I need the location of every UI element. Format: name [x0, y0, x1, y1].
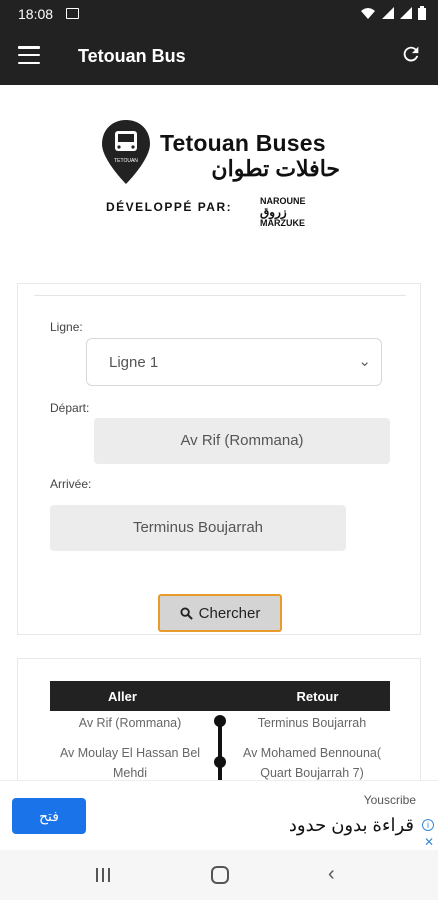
signal-icon-2 [400, 7, 412, 19]
battery-icon [418, 6, 426, 20]
search-button[interactable]: Chercher [158, 594, 282, 632]
arrival-value: Terminus Boujarrah [132, 519, 264, 536]
departure-field[interactable]: Av Rif (Rommana) [94, 418, 390, 464]
close-icon[interactable]: ✕ [424, 835, 434, 849]
developer-label: DÉVELOPPÉ PAR: [106, 200, 233, 214]
stop-retour-2: Av Mohamed Bennouna( Quart Boujarrah 7) [242, 746, 382, 780]
wifi-icon [361, 8, 375, 19]
search-card: Ligne: Ligne 1 ⌄ Départ: Av Rif (Rommana… [17, 283, 421, 635]
stop-retour-1: Terminus Boujarrah [257, 716, 367, 730]
status-bar: 18:08 [0, 0, 438, 28]
status-icons [360, 6, 426, 20]
main-content: TETOUAN Tetouan Buses حافلات تطوان DÉVEL… [0, 85, 438, 780]
stop-aller-2: Av Moulay El Hassan Bel Mehdi [59, 746, 201, 780]
developer-brand: NAROUNE زروق MARZUKE [260, 196, 306, 228]
ad-text: قراءة بدون حدود [288, 815, 414, 835]
info-icon[interactable]: i [422, 819, 434, 831]
app-title: Tetouan Bus [78, 46, 186, 66]
route-line [218, 719, 222, 780]
route-stop-dot [214, 715, 226, 727]
signal-icon [382, 7, 394, 19]
app-logo: TETOUAN Tetouan Buses حافلات تطوان DÉVEL… [100, 118, 340, 228]
svg-text:TETOUAN: TETOUAN [114, 158, 138, 164]
refresh-icon[interactable] [400, 43, 422, 71]
recent-apps-icon[interactable] [96, 868, 110, 882]
departure-label: Départ: [50, 401, 90, 415]
logo-arabic-title: حافلات تطوان [211, 156, 340, 181]
route-stop-dot [214, 756, 226, 768]
chevron-down-icon: ⌄ [358, 353, 371, 370]
arrival-label: Arrivée: [50, 477, 92, 491]
app-bar: Tetouan Bus [0, 28, 438, 85]
col-aller: Aller [108, 689, 137, 704]
home-icon[interactable] [211, 866, 229, 884]
col-retour: Retour [296, 689, 339, 704]
nav-bar: ‹ [0, 850, 438, 900]
route-table-header: Aller Retour [50, 681, 390, 711]
back-icon[interactable]: ‹ [328, 863, 335, 886]
search-icon [180, 606, 193, 620]
image-icon [66, 8, 79, 19]
stop-aller-1: Av Rif (Rommana) [78, 716, 182, 730]
route-card: Aller Retour Av Rif (Rommana) Terminus B… [17, 658, 421, 780]
status-time: 18:08 [18, 6, 54, 22]
logo-title: Tetouan Buses [160, 130, 326, 156]
line-select-value: Ligne 1 [109, 354, 159, 371]
ad-open-button[interactable]: فتح [12, 798, 86, 834]
line-select[interactable]: Ligne 1 ⌄ [86, 338, 382, 386]
hamburger-icon[interactable] [18, 46, 40, 64]
ad-banner[interactable]: فتح Youscribe قراءة بدون حدود i ✕ [0, 780, 438, 850]
arrival-field[interactable]: Terminus Boujarrah [50, 505, 346, 551]
divider [34, 295, 406, 296]
search-button-label: Chercher [198, 604, 261, 622]
ad-source: Youscribe [363, 793, 416, 807]
line-label: Ligne: [50, 320, 83, 334]
departure-value: Av Rif (Rommana) [180, 432, 304, 449]
bus-pin-icon: TETOUAN [102, 120, 150, 184]
